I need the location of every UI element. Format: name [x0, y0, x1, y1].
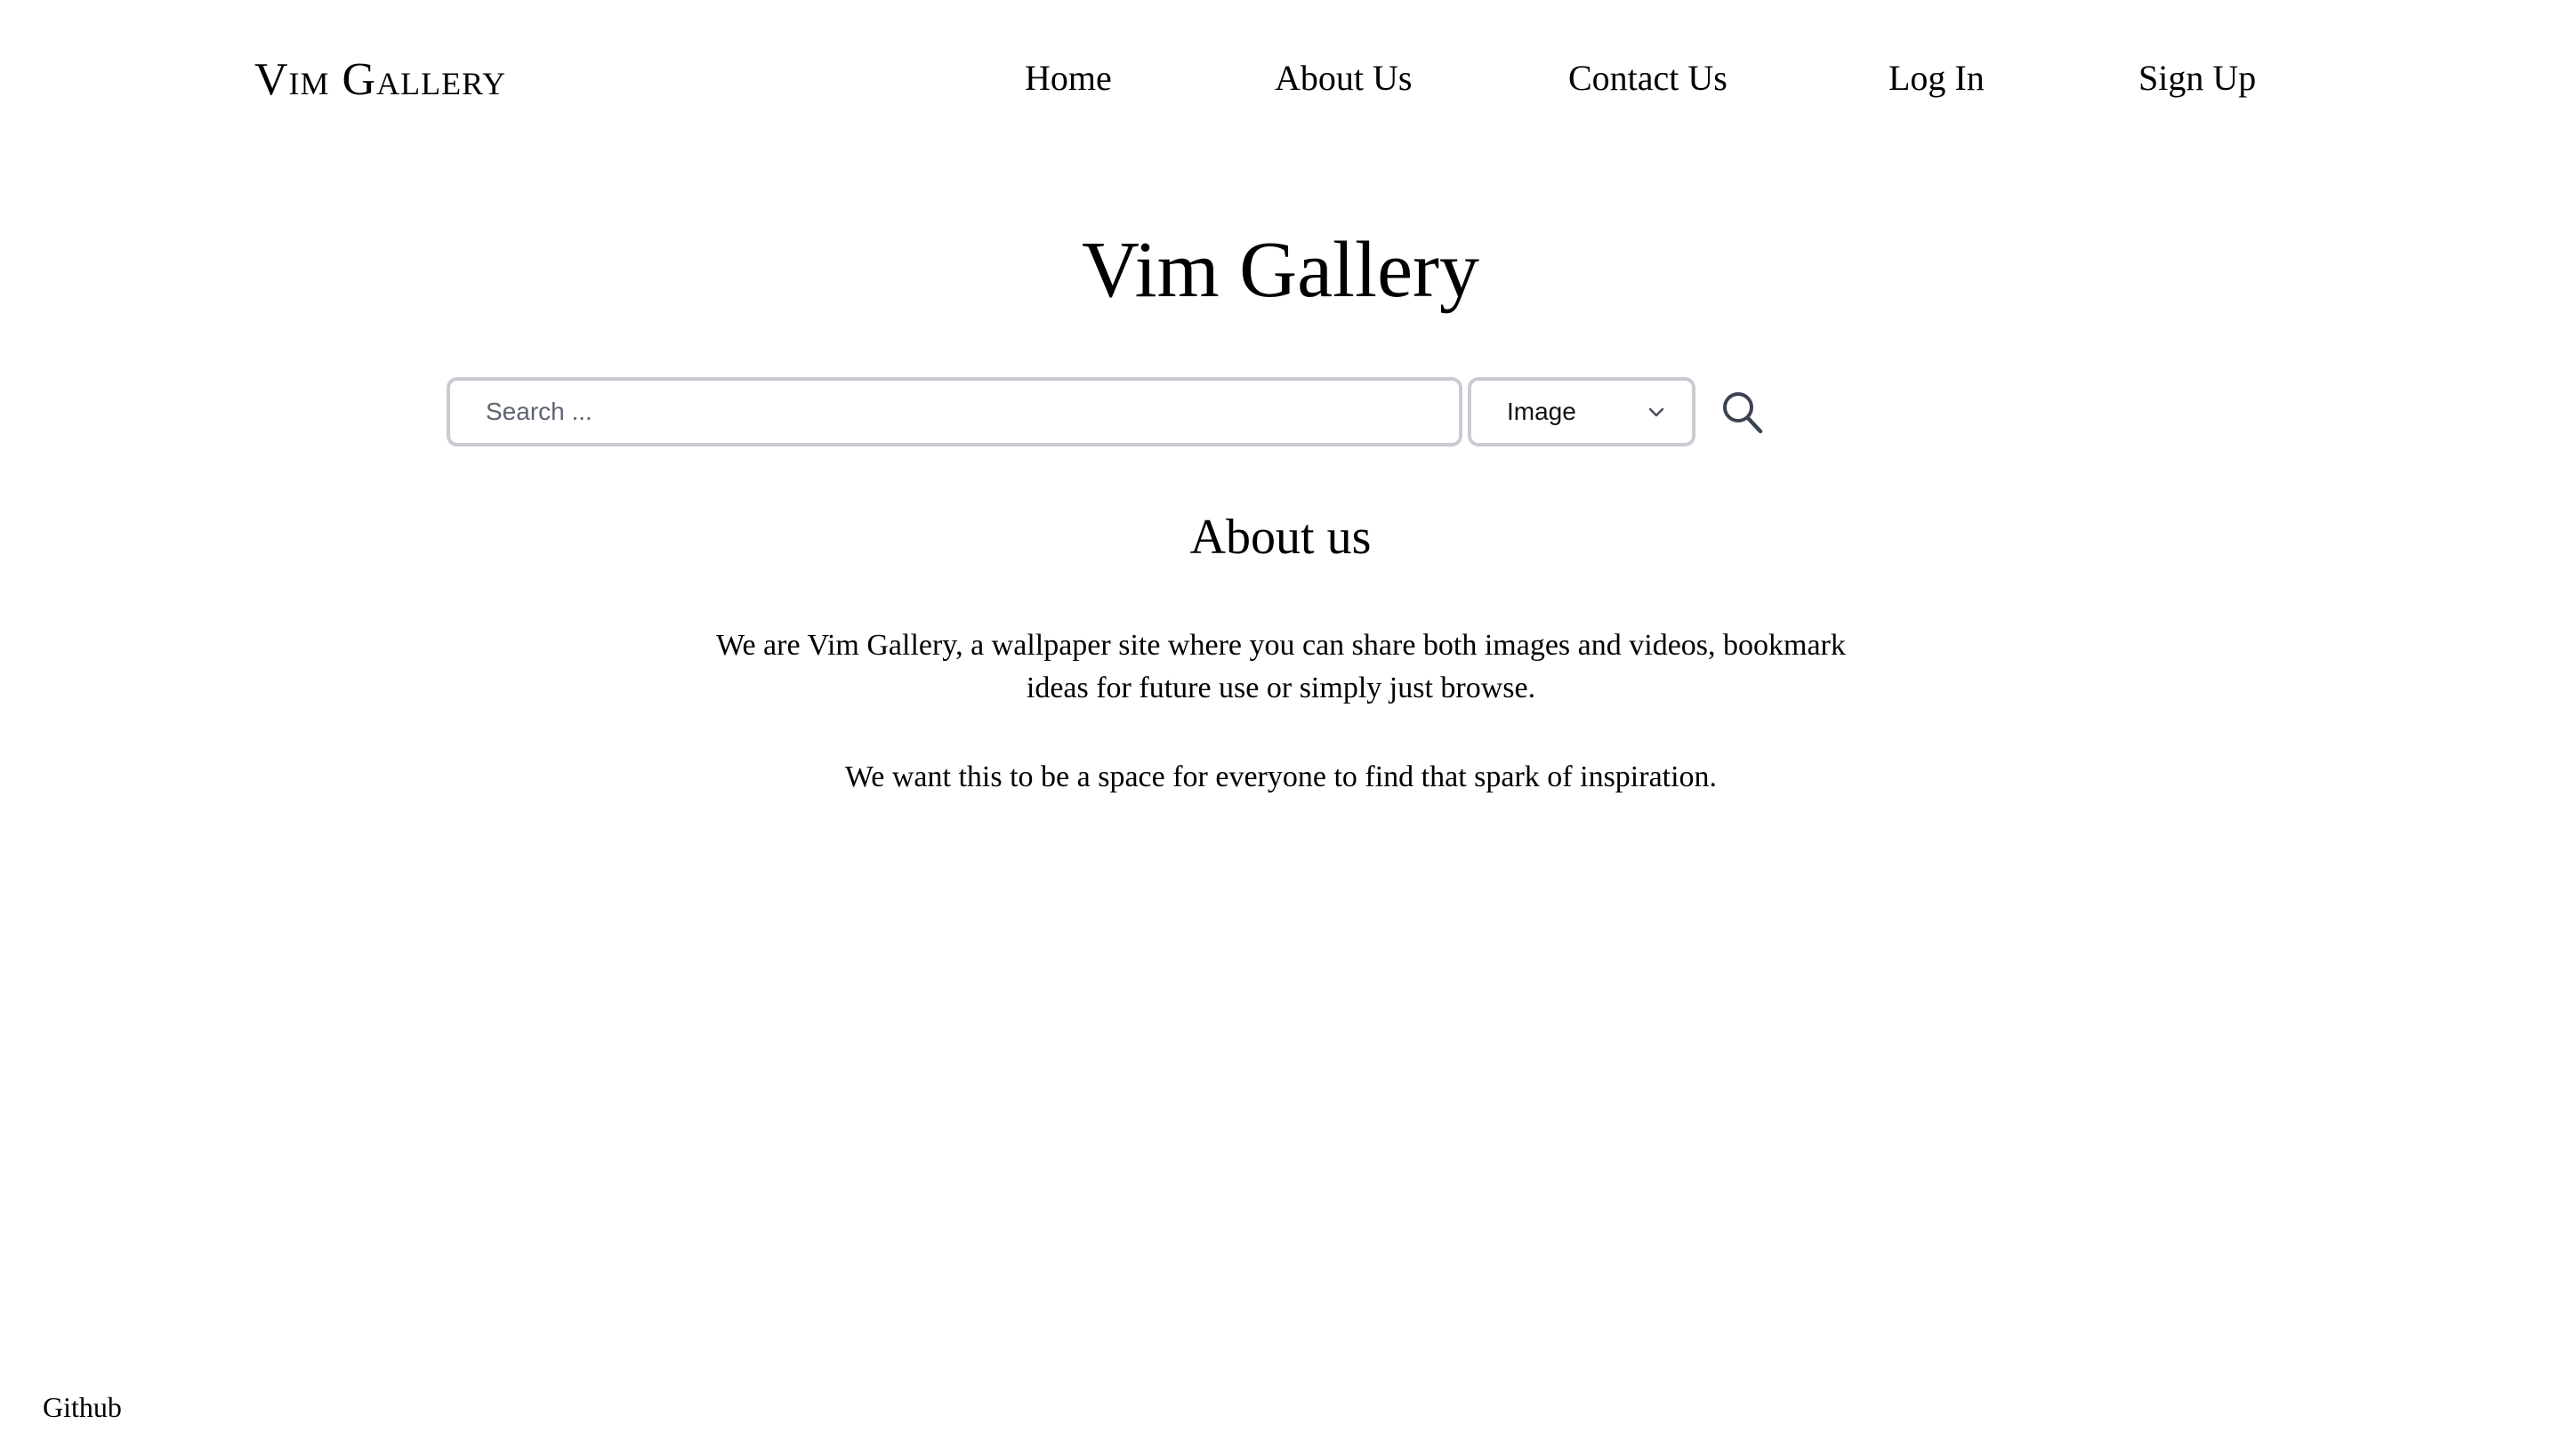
media-type-select[interactable]: Image: [1468, 377, 1695, 446]
nav-contact-link[interactable]: Contact Us: [1568, 53, 1727, 103]
about-paragraph: We are Vim Gallery, a wallpaper site whe…: [716, 629, 1846, 704]
search-button[interactable]: [1720, 390, 1765, 436]
chevron-down-icon: [1648, 407, 1664, 417]
page-title: Vim Gallery: [1082, 226, 1479, 314]
nav-login-link[interactable]: Log In: [1889, 53, 1985, 103]
main-nav: Home About Us Contact Us Log In Sign Up: [0, 53, 2561, 107]
nav-home-link[interactable]: Home: [1025, 53, 1112, 103]
media-type-selected-value: Image: [1507, 398, 1576, 425]
nav-signup-link[interactable]: Sign Up: [2138, 53, 2256, 103]
search-icon: [1723, 392, 1763, 434]
nav-about-link[interactable]: About Us: [1275, 53, 1412, 103]
about-heading: About us: [1189, 510, 1372, 565]
page: Vim Gallery Home About Us Contact Us Log…: [0, 0, 2561, 1456]
search-input[interactable]: [447, 377, 1462, 446]
github-link[interactable]: Github: [43, 1388, 122, 1427]
about-paragraph: We want this to be a space for everyone …: [844, 760, 1718, 793]
